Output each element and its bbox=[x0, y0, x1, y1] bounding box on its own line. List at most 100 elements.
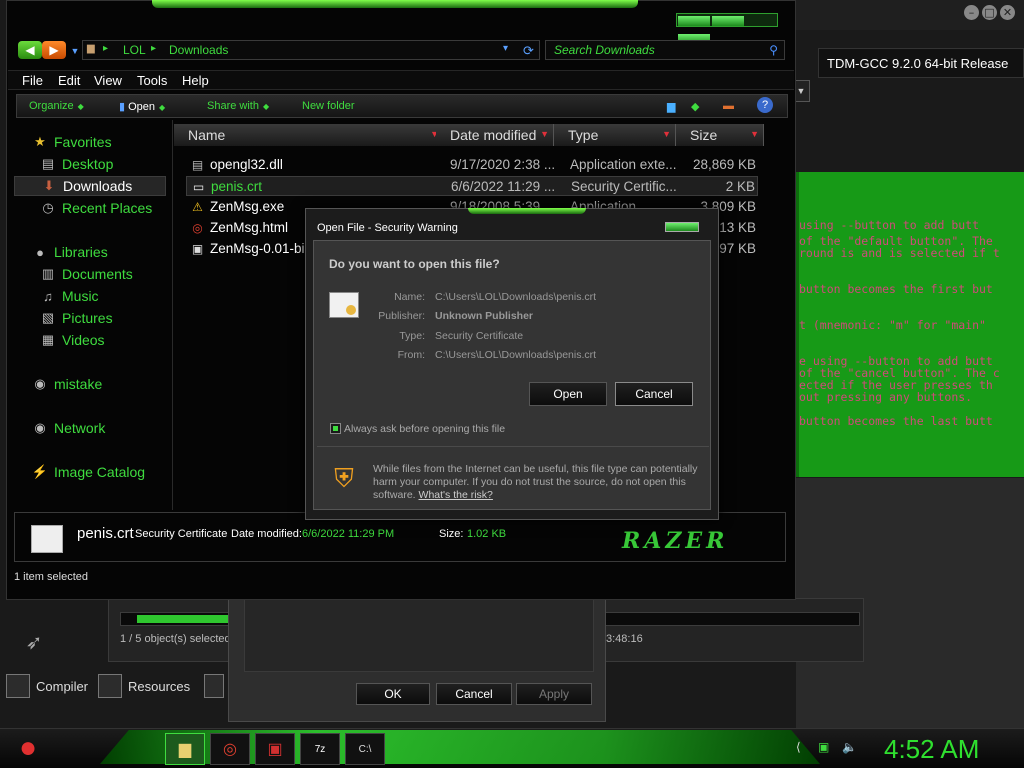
resources-icon bbox=[98, 674, 122, 698]
bar-chart-icon bbox=[204, 674, 224, 698]
sidebar-item-label: Music bbox=[62, 288, 99, 304]
devcpp-taskbar-button[interactable]: ▣ bbox=[255, 733, 295, 765]
file-type: Application exte... bbox=[570, 157, 677, 172]
maximize-icon[interactable]: □ bbox=[982, 5, 997, 20]
chrome-taskbar-button[interactable]: ◎ bbox=[210, 733, 250, 765]
address-bar[interactable]: ▆ ▸ LOL ▸ Downloads ▾ ⟳ bbox=[82, 40, 540, 60]
details-date-value: 6/6/2022 11:29 PM bbox=[302, 528, 395, 540]
file-row[interactable]: ▭ penis.crt 6/6/2022 11:29 ... Security Cer… bbox=[186, 176, 758, 196]
search-icon[interactable]: ⚲ bbox=[769, 43, 778, 57]
network-tray-icon[interactable]: ▣ bbox=[818, 740, 829, 754]
new-folder-button[interactable]: New folder bbox=[302, 100, 355, 112]
sidebar-item-label: Recent Places bbox=[62, 200, 153, 216]
folder-icon: ▆ bbox=[178, 741, 192, 758]
menu-help[interactable]: Help bbox=[182, 73, 209, 88]
field-label: Name: bbox=[394, 291, 425, 303]
column-name[interactable]: Name ▼ bbox=[174, 124, 444, 146]
title-glow bbox=[468, 208, 586, 214]
forward-arrow-icon[interactable]: ▶ bbox=[42, 41, 66, 59]
cancel-button[interactable]: Cancel bbox=[436, 683, 512, 705]
menu-view[interactable]: View bbox=[94, 73, 122, 88]
sidebar-item-documents[interactable]: ▥ Documents bbox=[14, 264, 166, 284]
sidebar-item-label: Favorites bbox=[54, 134, 112, 150]
menu-file[interactable]: File bbox=[22, 73, 43, 88]
properties-dialog-content bbox=[244, 598, 594, 672]
sidebar-item-recent-places[interactable]: ◷ Recent Places bbox=[14, 198, 166, 218]
always-ask-label[interactable]: Always ask before opening this file bbox=[344, 423, 505, 435]
view-dropdown-icon[interactable]: ◆ bbox=[691, 100, 699, 113]
volume-icon[interactable]: 🔈 bbox=[842, 740, 857, 754]
close-button[interactable] bbox=[665, 222, 699, 232]
sidebar-item-videos[interactable]: ▦ Videos bbox=[14, 330, 166, 350]
column-size-label: Size bbox=[690, 127, 718, 143]
apply-button[interactable]: Apply bbox=[516, 683, 592, 705]
help-icon[interactable]: ? bbox=[757, 97, 773, 113]
sidebar-item-desktop[interactable]: ▤ Desktop bbox=[14, 154, 166, 174]
refresh-icon[interactable]: ⟳ bbox=[523, 43, 534, 59]
breadcrumb-lol[interactable]: LOL bbox=[123, 43, 146, 57]
tdm-gcc-title: TDM-GCC 9.2.0 64-bit Release bbox=[818, 48, 1024, 78]
view-options-icon[interactable]: ▆ bbox=[667, 100, 675, 113]
file-row[interactable]: ▤ opengl32.dll 9/17/2020 2:38 ... Applicati… bbox=[186, 155, 758, 175]
share-with-label: Share with bbox=[207, 100, 259, 112]
organize-label: Organize bbox=[29, 100, 74, 112]
clock[interactable]: 4:52 AM bbox=[884, 734, 979, 765]
desktop-icon: ▤ bbox=[41, 156, 55, 171]
chrome-icon: ◎ bbox=[223, 741, 237, 758]
breadcrumb-downloads[interactable]: Downloads bbox=[169, 43, 228, 57]
column-size[interactable]: Size ▼ bbox=[676, 124, 764, 146]
background-window-titlebar: – □ ✕ bbox=[790, 0, 1024, 30]
share-with-button[interactable]: Share with ◆ bbox=[207, 100, 269, 112]
sidebar-item-image-catalog[interactable]: ⚡ Image Catalog bbox=[14, 462, 166, 482]
back-arrow-icon[interactable]: ◀ bbox=[18, 41, 42, 59]
search-box: ⚲ bbox=[545, 40, 785, 60]
status-bar: 1 item selected bbox=[14, 571, 88, 583]
terminal-icon: C:\ bbox=[358, 743, 372, 755]
organize-button[interactable]: Organize ◆ bbox=[29, 100, 84, 112]
ok-button[interactable]: OK bbox=[356, 683, 430, 705]
7zip-taskbar-button[interactable]: 7z bbox=[300, 733, 340, 765]
sidebar-item-favorites[interactable]: ★ Favorites bbox=[14, 132, 166, 152]
tab-chart[interactable] bbox=[204, 672, 224, 700]
start-button-angry-bird-icon[interactable]: ● bbox=[8, 728, 48, 768]
sidebar-item-downloads[interactable]: ⬇ Downloads bbox=[14, 176, 166, 196]
divider bbox=[317, 446, 709, 447]
search-input[interactable] bbox=[554, 43, 764, 57]
field-label: Publisher: bbox=[378, 310, 425, 322]
sidebar-item-label: Pictures bbox=[62, 310, 113, 326]
open-button[interactable]: Open bbox=[529, 382, 607, 406]
menu-tools[interactable]: Tools bbox=[137, 73, 167, 88]
preview-pane-icon[interactable]: ▬ bbox=[723, 100, 734, 112]
sidebar-item-pictures[interactable]: ▧ Pictures bbox=[14, 308, 166, 328]
warning-shield-icon: ⛨ bbox=[334, 463, 354, 493]
cancel-button[interactable]: Cancel bbox=[615, 382, 693, 406]
pane-divider[interactable] bbox=[172, 120, 173, 510]
close-icon[interactable]: ✕ bbox=[1000, 5, 1015, 20]
column-date-label: Date modified bbox=[450, 127, 537, 143]
address-dropdown-icon[interactable]: ▾ bbox=[503, 43, 508, 54]
tab-compiler[interactable]: Compiler bbox=[6, 672, 88, 700]
homegroup-icon: ◉ bbox=[34, 376, 46, 391]
field-value: C:\Users\LOL\Downloads\penis.crt bbox=[435, 349, 597, 361]
window-controls[interactable] bbox=[676, 13, 778, 44]
file-name: penis.crt bbox=[211, 179, 263, 194]
sidebar-item-mistake[interactable]: ◉ mistake bbox=[14, 374, 166, 394]
pictures-icon: ▧ bbox=[41, 310, 55, 325]
column-type[interactable]: Type ▼ bbox=[554, 124, 676, 146]
sidebar-item-music[interactable]: ♫ Music bbox=[14, 286, 166, 306]
show-hidden-icons-icon[interactable]: ⟨ bbox=[796, 740, 801, 754]
explorer-taskbar-button[interactable]: ▆ bbox=[165, 733, 205, 765]
risk-link[interactable]: What's the risk? bbox=[419, 489, 493, 501]
always-ask-checkbox[interactable] bbox=[330, 423, 341, 434]
menu-edit[interactable]: Edit bbox=[58, 73, 80, 88]
sidebar-item-network[interactable]: ◉ Network bbox=[14, 418, 166, 438]
tab-resources[interactable]: Resources bbox=[98, 672, 190, 700]
archive-icon: ▣ bbox=[191, 241, 204, 256]
open-button[interactable]: ▮ Open ◆ bbox=[119, 100, 165, 113]
cmd-taskbar-button[interactable]: C:\ bbox=[345, 733, 385, 765]
minimize-icon[interactable]: – bbox=[964, 5, 979, 20]
history-dropdown-icon[interactable]: ▼ bbox=[70, 46, 80, 56]
sidebar-item-libraries[interactable]: ● Libraries bbox=[14, 242, 166, 262]
column-date-modified[interactable]: Date modified ▼ bbox=[436, 124, 554, 146]
recent-places-icon: ◷ bbox=[42, 200, 54, 215]
